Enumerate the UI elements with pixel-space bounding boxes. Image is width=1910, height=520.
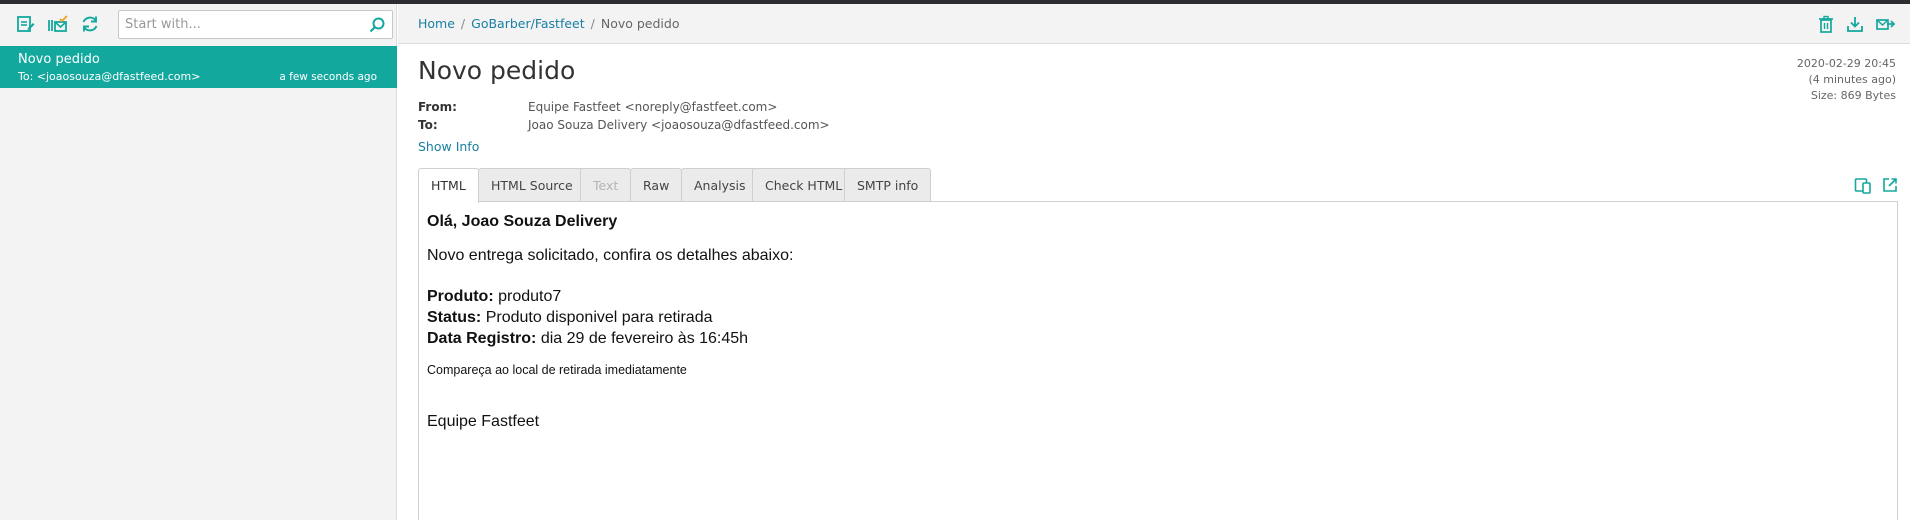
field-label: Status: (427, 309, 482, 326)
field-value: produto7 (498, 288, 562, 305)
from-label: From: (418, 100, 457, 114)
message-time: a few seconds ago (279, 71, 377, 83)
message-date: 2020-02-29 20:45 (1796, 57, 1896, 70)
message-subject: Novo pedido (18, 52, 100, 67)
breadcrumb-home[interactable]: Home (418, 16, 455, 31)
mark-all-read-icon[interactable] (46, 13, 68, 35)
breadcrumb-separator: / (460, 16, 466, 31)
from-value: Equipe Fastfeet <noreply@fastfeet.com> (528, 100, 778, 114)
search-box (118, 10, 393, 39)
tab-html[interactable]: HTML (418, 168, 479, 203)
email-intro: Novo entrega solicitado, confira os deta… (427, 247, 794, 264)
field-value: dia 29 de fevereiro às 16:45h (540, 330, 749, 347)
message-meta: 2020-02-29 20:45 (4 minutes ago) Size: 8… (1797, 56, 1896, 104)
email-field-status: Status: Produto disponivel para retirada (427, 309, 713, 327)
to-label: To: (418, 118, 438, 132)
message-size: Size: 869 Bytes (1810, 89, 1896, 102)
message-list-item[interactable]: Novo pedido To: <joaosouza@dfastfeed.com… (0, 46, 397, 88)
open-new-window-icon[interactable] (1881, 176, 1899, 194)
breadcrumb-mailbox[interactable]: GoBarber/Fastfeet (471, 16, 584, 31)
tab-text: Text (580, 168, 632, 202)
email-field-produto: Produto: produto7 (427, 288, 561, 306)
to-value: Joao Souza Delivery <joaosouza@dfastfeed… (528, 118, 830, 132)
forward-icon[interactable] (1875, 14, 1896, 34)
search-input[interactable] (119, 11, 359, 38)
field-value: Produto disponivel para retirada (485, 309, 713, 326)
search-icon[interactable] (368, 16, 386, 34)
tab-check-html[interactable]: Check HTML (752, 168, 856, 202)
tab-analysis[interactable]: Analysis (681, 168, 759, 202)
sidebar-toolbar (0, 4, 397, 44)
message-recipient: To: <joaosouza@dfastfeed.com> (18, 70, 201, 83)
breadcrumb-separator: / (590, 16, 595, 31)
message-view: Home / GoBarber/Fastfeet / Novo pedido Novo … (398, 4, 1910, 520)
refresh-icon[interactable] (79, 13, 101, 35)
tab-raw[interactable]: Raw (630, 168, 683, 202)
tab-smtp-info[interactable]: SMTP info (844, 168, 932, 202)
show-info-link[interactable]: Show Info (418, 139, 479, 154)
responsive-view-icon[interactable] (1854, 176, 1872, 194)
message-age: (4 minutes ago) (1808, 73, 1896, 86)
tab-html-source[interactable]: HTML Source (478, 168, 586, 202)
email-field-data-registro: Data Registro: dia 29 de fevereiro às 16… (427, 330, 748, 348)
header-bar: Home / GoBarber/Fastfeet / Novo pedido (398, 4, 1910, 44)
email-html-preview: Olá, Joao Souza Delivery Novo entrega so… (418, 201, 1898, 520)
breadcrumb: Home / GoBarber/Fastfeet / Novo pedido (418, 16, 679, 31)
email-signature: Equipe Fastfeet (427, 413, 540, 430)
breadcrumb-current: Novo pedido (600, 16, 680, 31)
email-note: Compareça ao local de retirada imediatam… (427, 363, 687, 377)
sidebar: Novo pedido To: <joaosouza@dfastfeed.com… (0, 4, 397, 520)
field-label: Produto: (427, 288, 494, 305)
message-title: Novo pedido (418, 56, 576, 85)
compose-icon[interactable] (14, 13, 36, 35)
delete-icon[interactable] (1816, 14, 1836, 34)
field-label: Data Registro: (427, 330, 537, 347)
email-greeting: Olá, Joao Souza Delivery (427, 213, 618, 230)
download-icon[interactable] (1845, 14, 1865, 34)
